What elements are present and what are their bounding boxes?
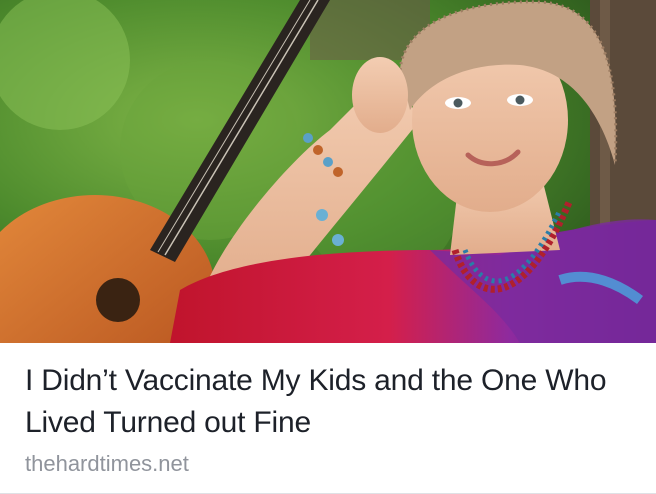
source-domain: thehardtimes.net [25, 451, 189, 476]
article-photo[interactable] [0, 0, 656, 343]
link-preview-card[interactable]: I Didn’t Vaccinate My Kids and the One W… [0, 0, 656, 494]
link-caption[interactable]: I Didn’t Vaccinate My Kids and the One W… [25, 360, 636, 478]
article-headline[interactable]: I Didn’t Vaccinate My Kids and the One W… [25, 360, 636, 444]
